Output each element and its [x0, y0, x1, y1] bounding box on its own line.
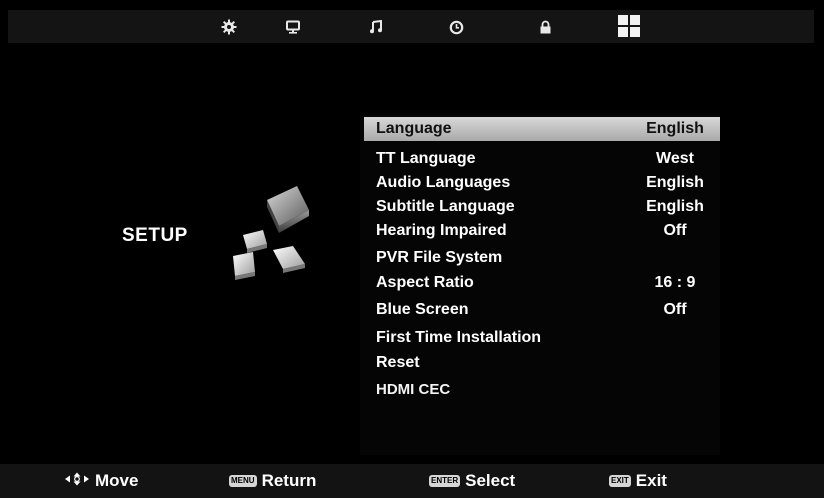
exit-hint-label: Exit [635, 471, 667, 490]
music-note-icon[interactable] [367, 18, 385, 36]
menu-item-label: Audio Languages [376, 174, 511, 191]
menu-item-label: Aspect Ratio [376, 274, 474, 291]
menu-item-audio-languages[interactable]: Audio Languages English [364, 171, 720, 195]
exit-hint: EXIT Exit [609, 471, 667, 491]
menu-item-label: Subtitle Language [376, 198, 515, 215]
menu-item-value: English [646, 174, 704, 191]
menu-item-value: West [656, 150, 694, 167]
return-hint: MENU Return [229, 471, 316, 491]
menu-item-label: Blue Screen [376, 301, 469, 318]
menu-item-label: PVR File System [376, 249, 503, 266]
menu-item-blue-screen[interactable]: Blue Screen Off [364, 298, 720, 322]
menu-item-label: TT Language [376, 150, 476, 167]
gear-icon[interactable] [220, 18, 238, 36]
monitor-icon[interactable] [284, 18, 302, 36]
menu-item-language[interactable]: Language English [364, 117, 720, 141]
menu-item-subtitle-language[interactable]: Subtitle Language English [364, 195, 720, 219]
page-title: SETUP [122, 225, 188, 246]
move-hint: Move [64, 471, 138, 491]
menu-item-label: Hearing Impaired [376, 222, 507, 239]
move-hint-label: Move [95, 471, 139, 490]
select-hint-label: Select [465, 471, 516, 490]
menu-item-reset[interactable]: Reset [364, 351, 720, 375]
move-arrows-icon [64, 471, 90, 491]
menu-item-aspect-ratio[interactable]: Aspect Ratio 16 : 9 [364, 271, 720, 295]
menu-item-value: Off [663, 301, 687, 318]
menu-item-value: Off [663, 222, 687, 239]
menu-item-label: First Time Installation [376, 329, 542, 346]
menu-item-first-time-installation[interactable]: First Time Installation [364, 326, 720, 350]
menu-item-hearing-impaired[interactable]: Hearing Impaired Off [364, 219, 720, 243]
menu-item-hdmi-cec[interactable]: HDMI CEC [364, 377, 720, 401]
grid-icon[interactable] [617, 14, 641, 38]
exit-key-badge: EXIT [609, 475, 631, 487]
menu-item-pvr-file-system[interactable]: PVR File System [364, 246, 720, 270]
menu-item-label: Reset [376, 354, 420, 371]
menu-key-badge: MENU [229, 475, 257, 487]
clock-icon[interactable] [447, 18, 465, 36]
enter-key-badge: ENTER [429, 475, 461, 487]
lock-icon[interactable] [536, 18, 554, 36]
return-hint-label: Return [261, 471, 317, 490]
menu-item-label: Language [376, 120, 452, 137]
menu-item-value: English [646, 120, 704, 137]
menu-item-label: HDMI CEC [376, 380, 451, 398]
menu-item-tt-language[interactable]: TT Language West [364, 147, 720, 171]
menu-item-value: 16 : 9 [654, 274, 696, 291]
menu-item-value: English [646, 198, 704, 215]
setup-cubes-icon [225, 180, 315, 290]
select-hint: ENTER Select [429, 471, 515, 491]
category-bar [8, 10, 814, 43]
